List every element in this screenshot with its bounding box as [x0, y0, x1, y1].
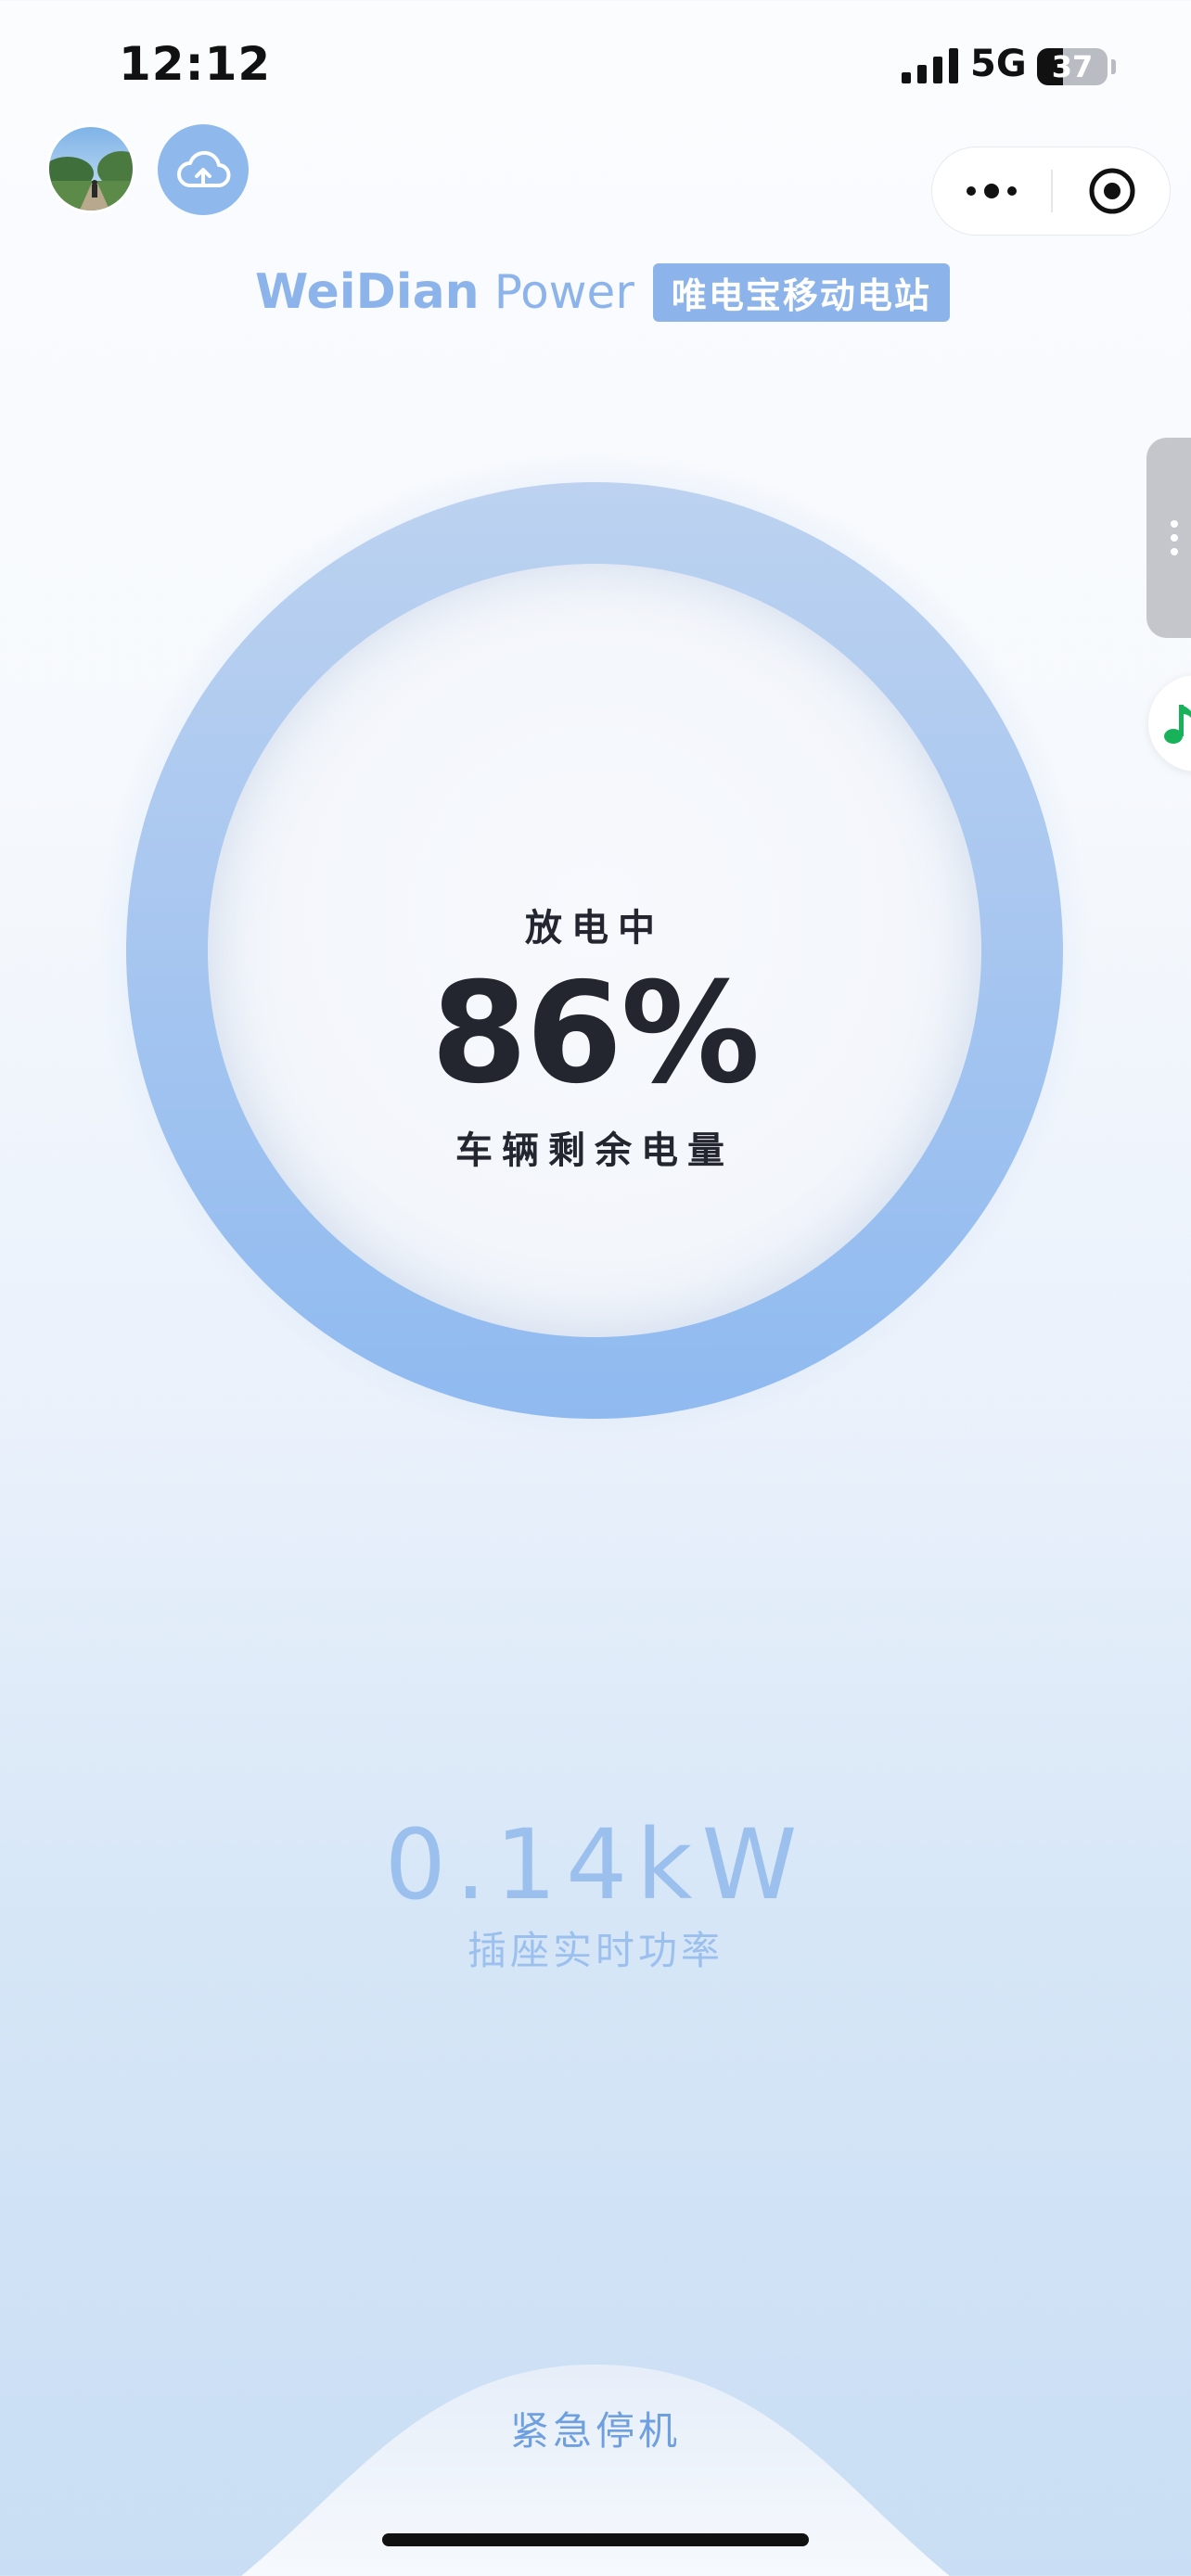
socket-power-value: 0.14kW [384, 1808, 807, 1921]
socket-power-label: 插座实时功率 [467, 1928, 724, 1973]
brand-header: WeiDian Power 唯电宝移动电站 [255, 260, 950, 325]
avatar-photo-icon [49, 127, 133, 210]
side-menu-tab[interactable] [1146, 438, 1191, 638]
close-button[interactable] [1053, 147, 1172, 235]
target-close-icon [1089, 168, 1135, 214]
more-button[interactable] [932, 147, 1051, 235]
vertical-dots-icon [1171, 520, 1178, 555]
more-dots-icon [967, 184, 1017, 198]
avatar[interactable] [46, 124, 135, 213]
battery-gauge-ring: 放电中 86% 车辆剩余电量 [126, 482, 1063, 1419]
cloud-upload-icon [177, 150, 231, 187]
music-float-button[interactable] [1148, 675, 1191, 772]
discharge-status: 放电中 [525, 907, 664, 950]
cloud-upload-button[interactable] [158, 124, 249, 215]
battery-percent-value: 86% [430, 953, 760, 1115]
emergency-stop-button[interactable]: 紧急停机 [0, 2400, 1191, 2456]
mini-program-capsule [931, 147, 1171, 236]
status-time: 12:12 [119, 37, 272, 91]
battery-percent: 37 [1051, 49, 1094, 84]
cellular-signal-icon [902, 48, 958, 83]
brand-name-bold: WeiDian [255, 264, 480, 320]
battery-remaining-label: 车辆剩余电量 [455, 1129, 734, 1172]
music-note-icon [1164, 705, 1191, 744]
brand-badge: 唯电宝移动电站 [652, 262, 950, 322]
brand-name-light: Power [493, 265, 634, 319]
battery-icon: 37 [1037, 48, 1108, 85]
home-indicator[interactable] [382, 2533, 809, 2546]
battery-nub [1111, 59, 1116, 74]
network-type: 5G [970, 43, 1027, 85]
battery-gauge-center: 放电中 86% 车辆剩余电量 [208, 564, 981, 1337]
